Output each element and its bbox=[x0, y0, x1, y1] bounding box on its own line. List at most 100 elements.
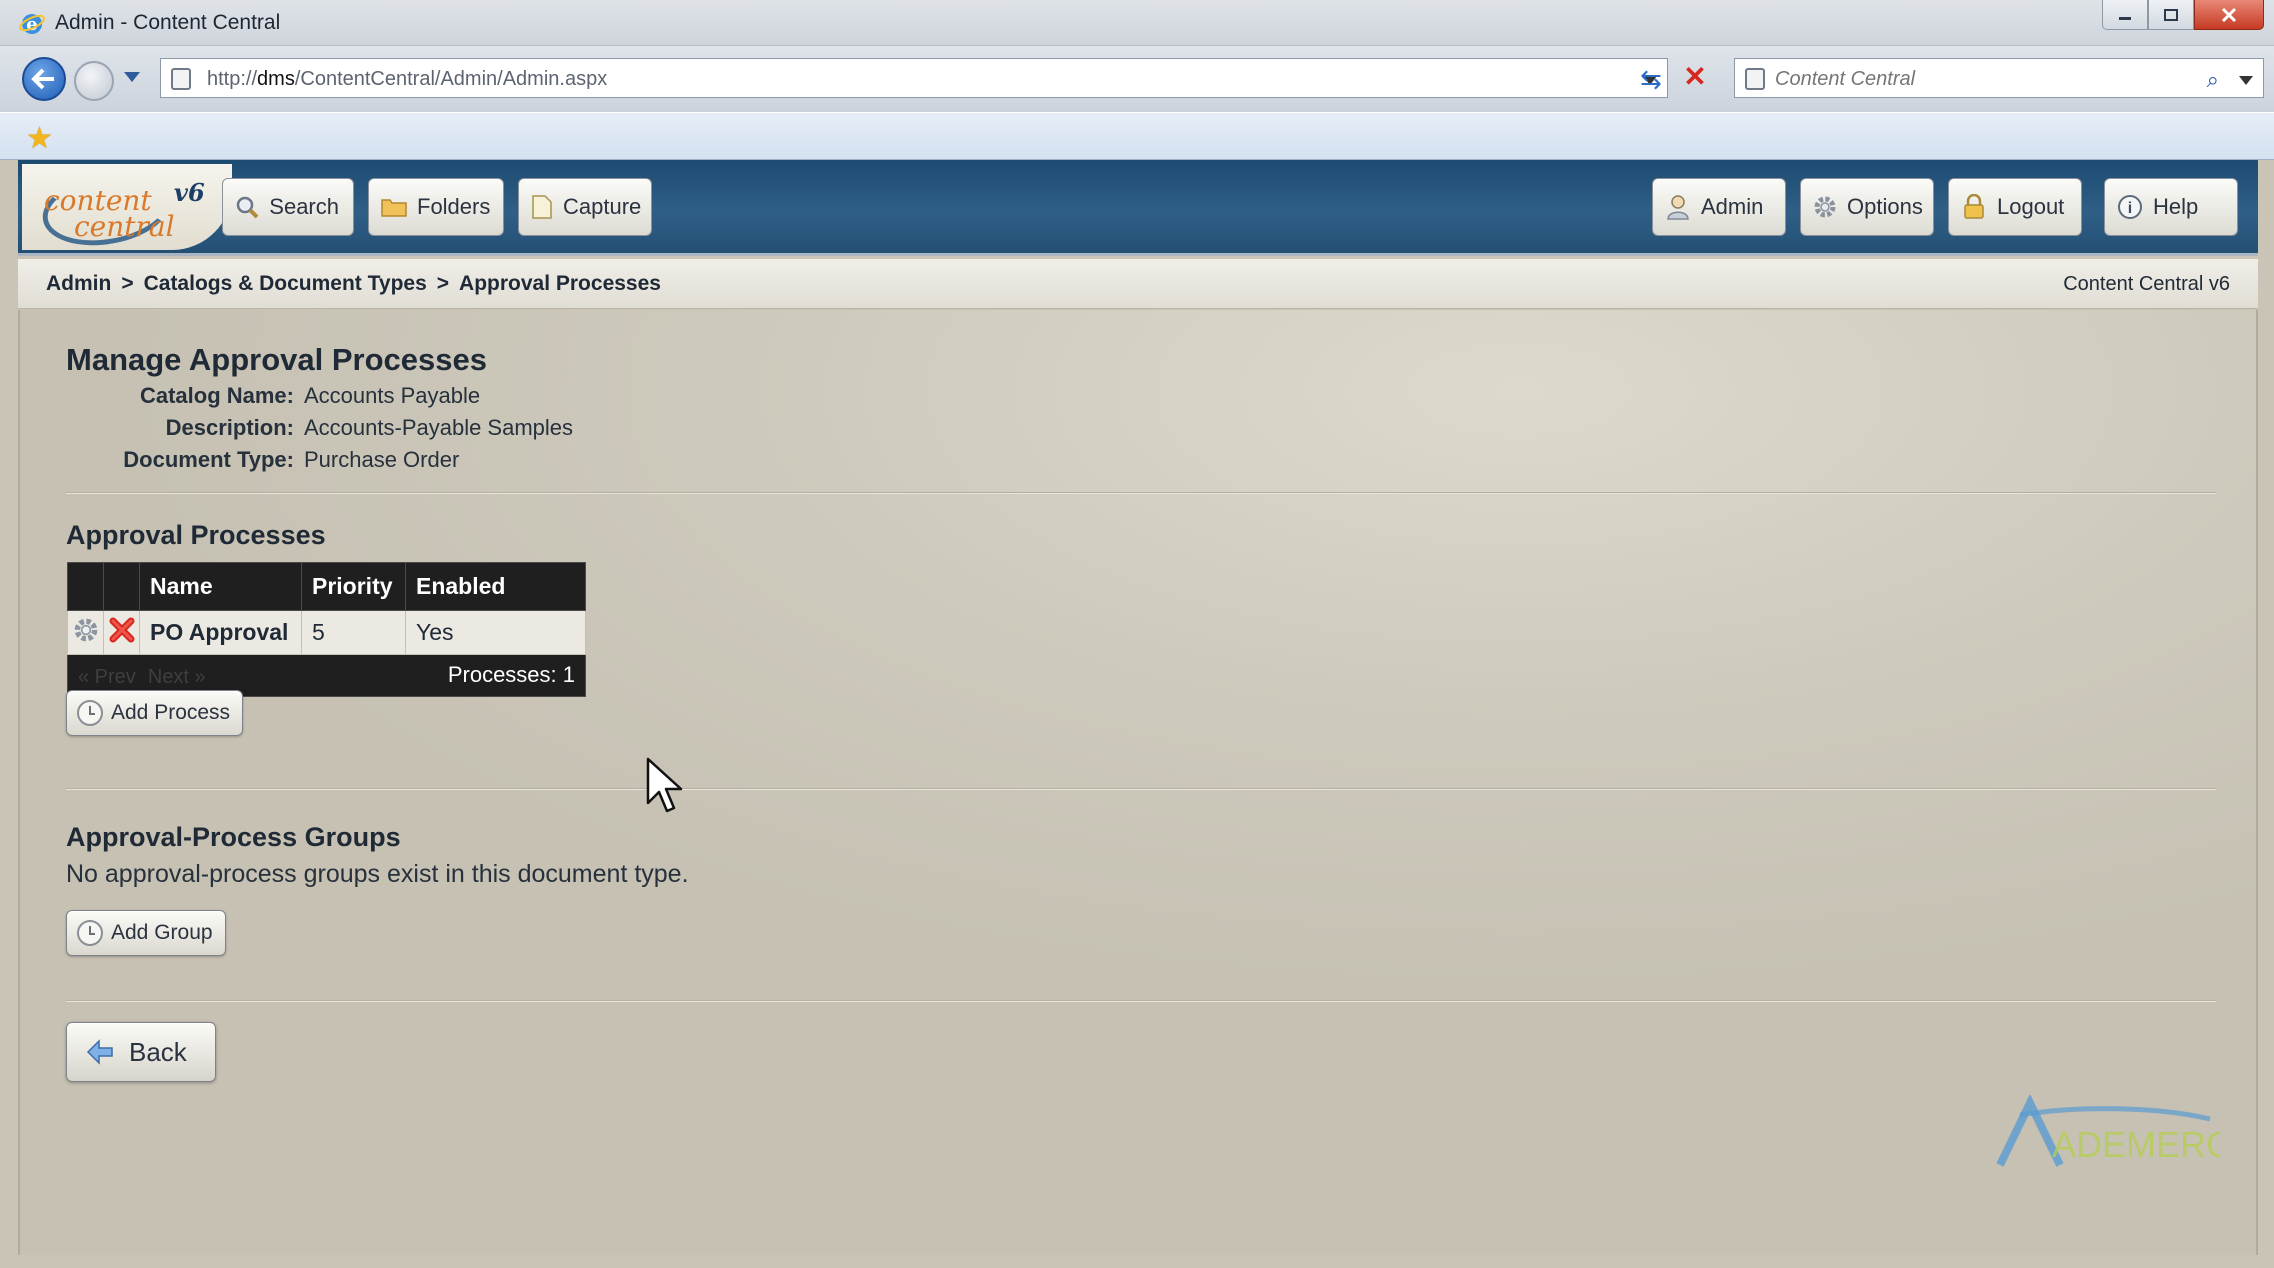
lock-icon bbox=[1961, 194, 1987, 220]
arrow-left-icon bbox=[31, 68, 54, 90]
main-content: Manage Approval Processes Catalog Name: … bbox=[18, 310, 2258, 1255]
minimize-button[interactable] bbox=[2102, 0, 2148, 30]
meta-value: Purchase Order bbox=[304, 447, 460, 472]
table-header-row: Name Priority Enabled bbox=[67, 562, 586, 611]
capture-nav-button[interactable]: Capture bbox=[518, 178, 652, 236]
stop-icon[interactable]: ✕ bbox=[1680, 62, 1710, 92]
meta-value: Accounts-Payable Samples bbox=[304, 415, 574, 440]
maximize-button[interactable] bbox=[2148, 0, 2194, 30]
breadcrumb-current: Approval Processes bbox=[459, 272, 661, 295]
help-nav-button[interactable]: i Help bbox=[2104, 178, 2238, 236]
delete-x-icon[interactable] bbox=[109, 617, 135, 643]
history-dropdown-icon[interactable] bbox=[124, 72, 140, 82]
column-header-name[interactable]: Name bbox=[139, 562, 302, 611]
pager-next-link[interactable]: Next » bbox=[148, 666, 206, 688]
table-row: PO Approval 5 Yes bbox=[67, 610, 586, 655]
logo-text-central: central bbox=[74, 210, 175, 243]
delete-cell bbox=[103, 610, 140, 655]
capture-nav-label: Capture bbox=[563, 194, 642, 219]
browser-forward-button[interactable] bbox=[74, 61, 114, 101]
window-titlebar: e Admin - Content Central bbox=[0, 0, 2274, 46]
add-group-button[interactable]: Add Group bbox=[66, 910, 226, 956]
close-window-button[interactable] bbox=[2194, 0, 2264, 30]
add-group-label: Add Group bbox=[111, 921, 213, 944]
back-button-label: Back bbox=[129, 1036, 187, 1067]
browser-search-box[interactable]: ⌕ bbox=[1734, 58, 2264, 98]
breadcrumb-separator: > bbox=[121, 272, 134, 295]
svg-text:i: i bbox=[2128, 200, 2132, 217]
version-label: Content Central v6 bbox=[2063, 273, 2230, 295]
folder-icon bbox=[381, 194, 407, 220]
capture-icon bbox=[531, 194, 553, 220]
back-button[interactable]: Back bbox=[66, 1022, 216, 1082]
meta-row-document-type: Document Type: Purchase Order bbox=[66, 444, 573, 476]
mouse-cursor-icon bbox=[646, 757, 683, 813]
search-icon[interactable]: ⌕ bbox=[2207, 67, 2219, 93]
approval-process-groups-heading: Approval-Process Groups bbox=[66, 822, 401, 852]
meta-row-description: Description: Accounts-Payable Samples bbox=[66, 412, 573, 444]
process-enabled: Yes bbox=[405, 610, 586, 655]
app-frame: content central v6 Search Folders Captur… bbox=[18, 160, 2258, 1255]
search-dropdown-icon[interactable] bbox=[2239, 76, 2253, 85]
meta-value: Accounts Payable bbox=[304, 383, 481, 408]
column-header-edit bbox=[67, 562, 104, 611]
search-nav-button[interactable]: Search bbox=[222, 178, 354, 236]
search-provider-icon bbox=[1745, 68, 1765, 90]
breadcrumb-admin[interactable]: Admin bbox=[46, 272, 111, 296]
window-title: Admin - Content Central bbox=[55, 11, 281, 34]
search-icon bbox=[235, 194, 259, 220]
logout-nav-label: Logout bbox=[1997, 194, 2065, 219]
meta-label: Catalog Name: bbox=[139, 383, 294, 408]
section-divider bbox=[66, 492, 2216, 494]
options-nav-label: Options bbox=[1847, 194, 1923, 219]
logout-nav-button[interactable]: Logout bbox=[1948, 178, 2082, 236]
page-title: Manage Approval Processes bbox=[66, 342, 487, 377]
document-type-info: Catalog Name: Accounts Payable Descripti… bbox=[66, 380, 573, 476]
help-icon: i bbox=[2117, 194, 2143, 220]
favorites-star-icon[interactable]: ★ bbox=[26, 121, 53, 156]
edit-cell bbox=[67, 610, 104, 655]
add-process-button[interactable]: Add Process bbox=[66, 690, 244, 736]
search-nav-label: Search bbox=[269, 194, 339, 219]
column-header-priority[interactable]: Priority bbox=[301, 562, 406, 611]
groups-empty-message: No approval-process groups exist in this… bbox=[66, 860, 689, 888]
window-controls bbox=[2102, 0, 2264, 30]
meta-row-catalog: Catalog Name: Accounts Payable bbox=[66, 380, 573, 412]
folders-nav-label: Folders bbox=[417, 194, 491, 219]
process-priority: 5 bbox=[301, 610, 406, 655]
breadcrumb-separator: > bbox=[436, 272, 450, 295]
help-nav-label: Help bbox=[2153, 194, 2199, 219]
close-icon bbox=[2221, 7, 2237, 22]
browser-navbar: http://dms/ContentCentral/Admin/Admin.as… bbox=[0, 46, 2274, 112]
address-url[interactable]: http://dms/ContentCentral/Admin/Admin.as… bbox=[207, 68, 607, 91]
pager-links: « Prev Next » bbox=[78, 666, 218, 688]
admin-user-icon bbox=[1665, 194, 1691, 220]
maximize-icon bbox=[2164, 8, 2178, 21]
minimize-icon bbox=[2119, 16, 2131, 20]
add-process-label: Add Process bbox=[111, 701, 231, 724]
folders-nav-button[interactable]: Folders bbox=[368, 178, 504, 236]
column-header-enabled[interactable]: Enabled bbox=[405, 562, 586, 611]
content-central-logo[interactable]: content central v6 bbox=[22, 163, 232, 255]
breadcrumb-catalogs[interactable]: Catalogs & Document Types bbox=[144, 272, 427, 296]
add-clock-icon bbox=[77, 700, 103, 726]
back-arrow-icon bbox=[86, 1039, 113, 1065]
section-divider bbox=[66, 1000, 2216, 1002]
meta-label: Description: bbox=[165, 415, 294, 440]
meta-label: Document Type: bbox=[123, 447, 294, 472]
breadcrumb: Admin > Catalogs & Document Types > Appr… bbox=[18, 259, 2258, 309]
app-header: content central v6 Search Folders Captur… bbox=[18, 160, 2258, 256]
favorites-bar: ★ bbox=[0, 112, 2274, 160]
browser-back-button[interactable] bbox=[22, 57, 66, 101]
process-name[interactable]: PO Approval bbox=[139, 610, 302, 655]
pager-prev-link[interactable]: « Prev bbox=[78, 666, 136, 688]
refresh-icon[interactable]: ⇆ bbox=[1636, 64, 1666, 94]
browser-search-input[interactable] bbox=[1775, 65, 2175, 93]
options-nav-button[interactable]: Options bbox=[1800, 178, 1934, 236]
logo-version: v6 bbox=[174, 178, 205, 207]
ademero-logo-text: ADEMERO bbox=[2052, 1124, 2220, 1165]
admin-nav-button[interactable]: Admin bbox=[1652, 178, 1786, 236]
gear-edit-icon[interactable] bbox=[73, 617, 99, 643]
address-bar[interactable]: http://dms/ContentCentral/Admin/Admin.as… bbox=[160, 58, 1668, 98]
section-divider bbox=[66, 788, 2216, 790]
